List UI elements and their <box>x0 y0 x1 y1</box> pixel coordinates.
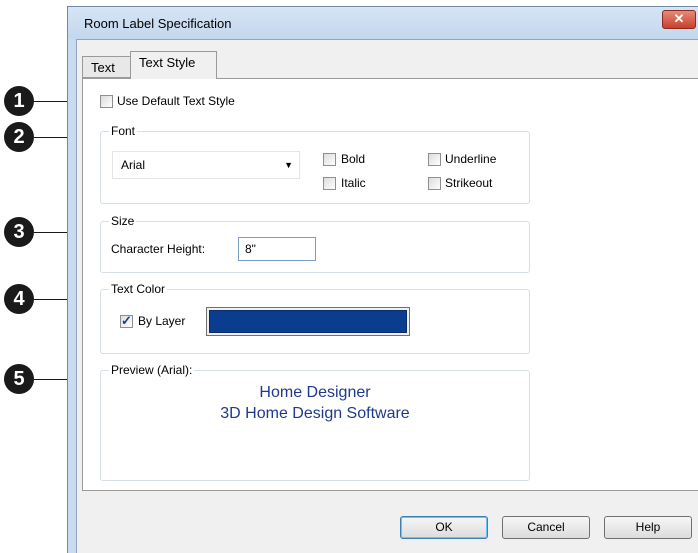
cancel-button-label: Cancel <box>527 520 565 534</box>
font-dropdown[interactable]: Arial ▼ <box>112 151 300 179</box>
dialog-client: Text Text Style Use Default Text Style F… <box>76 39 698 553</box>
italic-label: Italic <box>341 176 366 190</box>
callout-2: 2 <box>4 122 34 152</box>
font-group-title: Font <box>109 124 138 138</box>
help-button[interactable]: Help <box>604 516 692 539</box>
help-button-label: Help <box>635 520 661 534</box>
strikeout-checkbox[interactable] <box>428 177 441 190</box>
character-height-value: 8" <box>245 242 256 256</box>
callout-4: 4 <box>4 284 34 314</box>
size-group: Size Character Height: 8" <box>100 214 530 273</box>
underline-label: Underline <box>445 152 497 166</box>
preview-group: Preview (Arial): Home Designer 3D Home D… <box>100 363 530 481</box>
preview-line-1: Home Designer <box>259 384 371 401</box>
text-color-group: Text Color By Layer <box>100 282 530 354</box>
tab-text-style[interactable]: Text Style <box>130 51 217 79</box>
window-title: Room Label Specification <box>84 16 232 31</box>
by-layer-label: By Layer <box>138 314 186 328</box>
chevron-down-icon: ▼ <box>284 160 293 170</box>
tab-text-style-label: Text Style <box>139 55 196 70</box>
ok-button-label: OK <box>435 520 453 534</box>
title-bar[interactable]: Room Label Specification ✕ <box>68 7 698 39</box>
size-group-title: Size <box>109 214 137 228</box>
bold-checkbox[interactable] <box>323 153 336 166</box>
cancel-button[interactable]: Cancel <box>502 516 590 539</box>
callout-1: 1 <box>4 86 34 116</box>
text-style-panel: Use Default Text Style Font Arial ▼ Bold… <box>82 78 698 491</box>
tab-text-label: Text <box>91 60 115 75</box>
by-layer-checkbox[interactable] <box>120 313 133 329</box>
close-icon: ✕ <box>673 11 685 26</box>
callout-3: 3 <box>4 217 34 247</box>
character-height-label: Character Height: <box>111 242 206 256</box>
use-default-checkbox[interactable] <box>100 95 113 108</box>
text-color-group-title: Text Color <box>109 282 168 296</box>
character-height-input[interactable]: 8" <box>238 237 316 261</box>
preview-line-2: 3D Home Design Software <box>220 405 410 422</box>
text-color-button[interactable] <box>206 307 410 336</box>
dialog-window: Room Label Specification ✕ Text Text Sty… <box>67 6 698 553</box>
ok-button[interactable]: OK <box>400 516 488 539</box>
italic-checkbox[interactable] <box>323 177 336 190</box>
bold-label: Bold <box>341 152 366 166</box>
strikeout-label: Strikeout <box>445 176 493 190</box>
underline-checkbox[interactable] <box>428 153 441 166</box>
text-color-swatch <box>209 310 407 333</box>
tab-text[interactable]: Text <box>82 56 131 78</box>
callout-5: 5 <box>4 364 34 394</box>
close-button[interactable]: ✕ <box>662 10 696 29</box>
preview-group-title: Preview (Arial): <box>109 363 195 377</box>
use-default-label: Use Default Text Style <box>117 94 235 108</box>
font-group: Font Arial ▼ Bold Underline Italic Strik… <box>100 124 530 204</box>
font-dropdown-value: Arial <box>121 158 146 172</box>
